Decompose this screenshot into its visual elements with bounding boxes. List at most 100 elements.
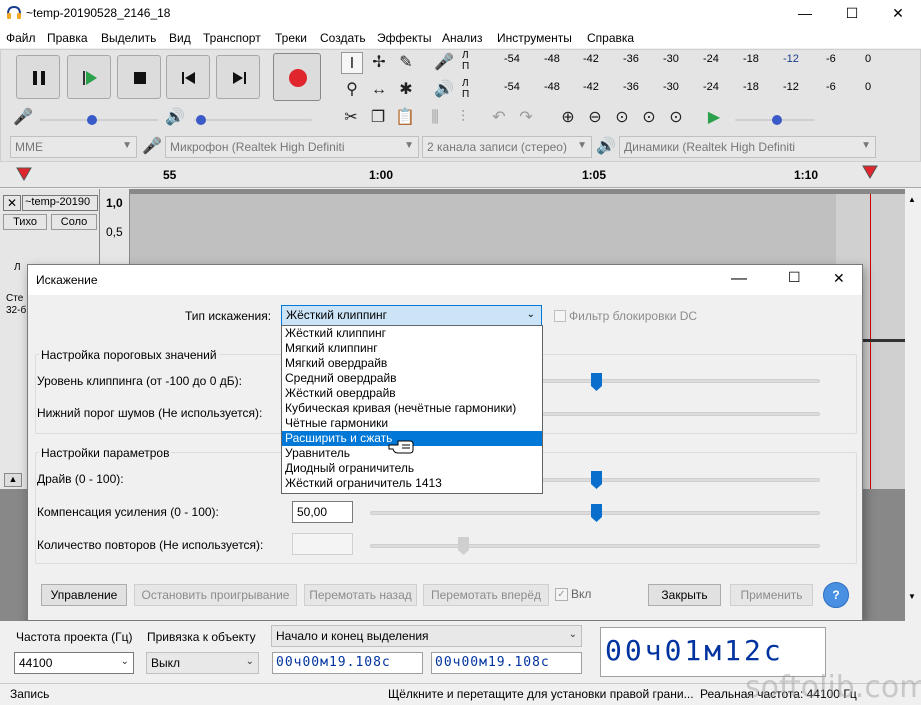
playback-volume-thumb[interactable] xyxy=(196,115,206,125)
record-meter-mic-icon[interactable]: 🎤 xyxy=(433,52,455,74)
menu-edit[interactable]: Правка xyxy=(47,31,88,45)
menu-transport[interactable]: Транспорт xyxy=(203,31,261,45)
dialog-minimize-icon[interactable]: — xyxy=(731,270,747,288)
selection-start-time[interactable]: 00ч00м19.108с xyxy=(272,652,423,674)
track-close-button[interactable]: ✕ xyxy=(3,195,21,211)
dialog-close-icon[interactable]: ✕ xyxy=(833,270,845,287)
play-icon xyxy=(83,71,97,85)
gain-comp-input[interactable]: 50,00 xyxy=(292,501,353,523)
trim-icon[interactable]: ⫼ xyxy=(424,107,446,129)
dropdown-option[interactable]: Диодный ограничитель xyxy=(282,461,542,476)
channels-combo[interactable]: 2 канала записи (стерео) ▼ xyxy=(422,136,592,158)
meter-left-label: Л xyxy=(462,50,469,61)
help-button[interactable]: ? xyxy=(823,582,849,608)
distortion-type-select[interactable]: Жёсткий клиппинг ⌄ xyxy=(281,305,542,327)
zoom-in-icon[interactable]: ⊕ xyxy=(557,107,579,129)
host-combo[interactable]: MME ▼ xyxy=(10,136,137,158)
menu-tracks[interactable]: Треки xyxy=(275,31,307,45)
playback-meter[interactable]: Л П -54 -48 -42 -36 -30 -24 -18 -12 -6 0 xyxy=(462,78,910,100)
output-device-combo[interactable]: Динамики (Realtek High Definiti ▼ xyxy=(619,136,876,158)
dropdown-option[interactable]: Чётные гармоники xyxy=(282,416,542,431)
menu-file[interactable]: Файл xyxy=(6,31,36,45)
redo-icon[interactable]: ↷ xyxy=(515,107,537,129)
minimize-button[interactable]: — xyxy=(782,0,828,26)
dropdown-option[interactable]: Жёсткий ограничитель 1413 xyxy=(282,476,542,491)
maximize-button[interactable]: ☐ xyxy=(829,0,875,26)
project-rate-combo[interactable]: 44100 ⌄ xyxy=(14,652,134,674)
chevron-down-icon: ▼ xyxy=(861,140,871,151)
collapse-track-button[interactable]: ▲ xyxy=(4,473,22,487)
distortion-type-dropdown[interactable]: Жёсткий клиппинг Мягкий клиппинг Мягкий … xyxy=(281,325,543,494)
dc-filter-checkbox[interactable] xyxy=(554,310,566,322)
skip-end-button[interactable] xyxy=(216,55,260,99)
silence-icon[interactable]: ⫶ xyxy=(452,107,474,129)
undo-icon[interactable]: ↶ xyxy=(488,107,510,129)
pause-button[interactable] xyxy=(16,55,60,99)
cut-icon[interactable]: ✂ xyxy=(340,107,362,129)
multi-tool-icon[interactable]: ✱ xyxy=(395,79,417,101)
hand-cursor-icon xyxy=(388,440,414,454)
copy-icon[interactable]: ❐ xyxy=(367,107,389,129)
meter-tick: -24 xyxy=(703,81,719,93)
dropdown-option[interactable]: Кубическая кривая (нечётные гармоники) xyxy=(282,401,542,416)
bypass-checkbox[interactable]: ✓ xyxy=(555,588,568,601)
scale-top: 1,0 xyxy=(106,196,123,210)
menu-select[interactable]: Выделить xyxy=(101,31,156,45)
dropdown-option[interactable]: Жёсткий клиппинг xyxy=(282,326,542,341)
repeats-slider xyxy=(370,544,820,548)
dropdown-option[interactable]: Средний овердрайв xyxy=(282,371,542,386)
manage-button[interactable]: Управление xyxy=(41,584,127,606)
play-speed-thumb[interactable] xyxy=(772,115,782,125)
playback-volume-slider[interactable] xyxy=(194,119,312,121)
meter-tick: -6 xyxy=(826,81,836,93)
play-button[interactable] xyxy=(67,55,111,99)
skip-start-button[interactable] xyxy=(166,55,210,99)
zoom-toggle-icon[interactable]: ⊙ xyxy=(665,107,687,129)
stop-button[interactable] xyxy=(117,55,161,99)
selection-tool-icon[interactable]: I xyxy=(341,52,363,74)
meter-tick: 0 xyxy=(865,81,872,93)
menu-generate[interactable]: Создать xyxy=(320,31,366,45)
vertical-scrollbar[interactable]: ▲ ▼ xyxy=(905,189,921,609)
project-rate-value: 44100 xyxy=(19,656,53,670)
solo-button[interactable]: Соло xyxy=(51,214,97,230)
mute-button[interactable]: Тихо xyxy=(3,214,47,230)
dialog-maximize-icon[interactable]: ☐ xyxy=(788,269,801,286)
menu-view[interactable]: Вид xyxy=(169,31,191,45)
menu-tools[interactable]: Инструменты xyxy=(497,31,572,45)
menu-help[interactable]: Справка xyxy=(587,31,634,45)
draw-tool-icon[interactable]: ✎ xyxy=(395,52,417,74)
scroll-down-icon[interactable]: ▼ xyxy=(908,592,916,601)
dropdown-option[interactable]: Мягкий клиппинг xyxy=(282,341,542,356)
snap-combo[interactable]: Выкл ⌄ xyxy=(146,652,259,674)
paste-icon[interactable]: 📋 xyxy=(394,107,416,129)
fit-project-icon[interactable]: ⊙ xyxy=(638,107,660,129)
play-at-speed-icon[interactable]: ▶ xyxy=(703,107,725,129)
zoom-out-icon[interactable]: ⊖ xyxy=(584,107,606,129)
record-meter[interactable]: Л П -54 -48 -42 -36 -30 -24 -18 -12 -6 0 xyxy=(462,50,910,72)
menu-effects[interactable]: Эффекты xyxy=(377,31,432,45)
record-volume-slider[interactable] xyxy=(40,119,158,121)
selection-mode-combo[interactable]: Начало и конец выделения ⌄ xyxy=(271,625,582,647)
fit-selection-icon[interactable]: ⊙ xyxy=(611,107,633,129)
timeline-ruler[interactable]: 55 1:00 1:05 1:10 xyxy=(0,162,921,188)
chevron-down-icon: ⌄ xyxy=(120,656,129,667)
record-button[interactable] xyxy=(273,53,321,101)
meter-tick: -24 xyxy=(703,53,719,65)
play-meter-speaker-icon[interactable]: 🔊 xyxy=(433,79,455,101)
track-name-button[interactable]: ~temp-20190 xyxy=(22,195,98,211)
input-device-combo[interactable]: Микрофон (Realtek High Definiti ▼ xyxy=(165,136,419,158)
dropdown-option[interactable]: Мягкий овердрайв xyxy=(282,356,542,371)
zoom-tool-icon[interactable]: ⚲ xyxy=(341,79,363,101)
dropdown-option[interactable]: Жёсткий овердрайв xyxy=(282,386,542,401)
timeshift-tool-icon[interactable]: ↔ xyxy=(368,79,390,101)
status-state: Запись xyxy=(10,687,50,701)
close-window-button[interactable]: ✕ xyxy=(875,0,921,26)
selection-end-time[interactable]: 00ч00м19.108с xyxy=(431,652,582,674)
meter-tick: -36 xyxy=(623,53,639,65)
menu-analyze[interactable]: Анализ xyxy=(442,31,483,45)
record-volume-thumb[interactable] xyxy=(87,115,97,125)
scroll-up-icon[interactable]: ▲ xyxy=(908,195,916,204)
envelope-tool-icon[interactable]: ✢ xyxy=(368,52,390,74)
close-button[interactable]: Закрыть xyxy=(648,584,721,606)
